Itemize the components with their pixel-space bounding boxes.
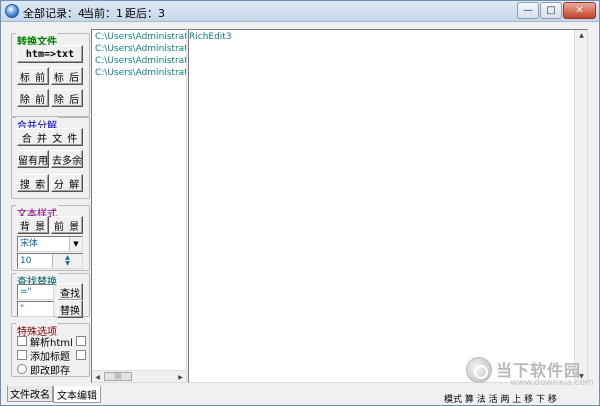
delete-back-button[interactable]: 除 后 [51, 89, 83, 107]
remove-extra-button[interactable]: 去多余 [51, 150, 83, 168]
minimize-button[interactable]: — [517, 2, 539, 19]
delete-front-button[interactable]: 除 前 [17, 89, 49, 107]
list-item[interactable]: C:\Users\Administrator [95, 32, 186, 42]
spinner-arrows-icon[interactable]: ▲ ▼ [52, 254, 82, 268]
scroll-up-icon[interactable]: ▲ [576, 30, 587, 41]
save-on-change-radio[interactable] [17, 364, 27, 374]
list-item[interactable]: C:\Users\Administrator [95, 56, 186, 66]
parse-html-checkbox[interactable] [17, 336, 27, 346]
list-item[interactable]: C:\Users\Administrator [95, 68, 186, 78]
special-options-group: 特殊选项 解析html 添加标题 即改即存 [11, 323, 90, 377]
watermark-url: www.downxia.com [510, 378, 594, 388]
save-on-change-label: 即改即存 [30, 366, 70, 377]
scroll-left-icon[interactable]: ◀ [92, 372, 103, 382]
convert-file-group: 转换文件 htm=>txt 标 前 标 后 除 前 除 后 [11, 33, 90, 117]
option-checkbox-right-1[interactable] [76, 336, 86, 346]
maximize-icon: □ [546, 5, 556, 16]
watermark-logo-icon [466, 357, 492, 383]
file-list[interactable]: C:\Users\Administrator C:\Users\Administ… [91, 29, 187, 383]
mark-back-button[interactable]: 标 后 [51, 67, 83, 85]
total-records-label: 全部记录：4 [23, 7, 85, 20]
maximize-button[interactable]: □ [540, 2, 562, 19]
font-size-spinner[interactable]: 10 ▲ ▼ [17, 253, 83, 269]
main-window: 全部记录：4 当前：1 距后：3 — □ ✕ 转换文件 htm=>txt 标 前… [0, 0, 600, 406]
scroll-right-icon[interactable]: ▶ [175, 372, 186, 382]
scroll-thumb[interactable]: ||| [104, 372, 132, 381]
background-color-button[interactable]: 背 景 [17, 216, 49, 234]
current-record-label: 当前：1 [83, 7, 123, 20]
replace-input[interactable]: " [17, 301, 54, 317]
find-input-value: =" [20, 287, 32, 297]
close-button[interactable]: ✕ [563, 2, 596, 19]
add-title-checkbox[interactable] [17, 350, 27, 360]
text-style-group: 文本样式 背 景 前 景 宋体 ▼ 10 ▲ ▼ [11, 205, 90, 271]
mark-front-button[interactable]: 标 前 [17, 67, 49, 85]
list-item[interactable]: C:\Users\Administrator [95, 44, 186, 54]
chevron-down-icon[interactable]: ▼ [69, 237, 82, 251]
parse-html-label: 解析html [30, 338, 73, 349]
replace-input-value: " [20, 304, 25, 314]
tab-file-rename[interactable]: 文件改名 [7, 386, 53, 402]
merge-files-button[interactable]: 合 并 文 件 [17, 128, 83, 146]
title-bar: 全部记录：4 当前：1 距后：3 — □ ✕ [1, 1, 599, 22]
watermark: 当下软件园 www.downxia.com [466, 355, 594, 395]
merge-split-group: 合并分解 合 并 文 件 留有用 去多余 搜 索 分 解 [11, 117, 90, 199]
close-icon: ✕ [575, 5, 584, 16]
keep-useful-button[interactable]: 留有用 [17, 150, 49, 168]
records-after-label: 距后：3 [125, 7, 165, 20]
split-button[interactable]: 分 解 [51, 174, 83, 192]
option-checkbox-right-2[interactable] [76, 350, 86, 360]
app-globe-icon [5, 4, 19, 18]
foreground-color-button[interactable]: 前 景 [51, 216, 83, 234]
left-control-panel: 转换文件 htm=>txt 标 前 标 后 除 前 除 后 合并分解 合 并 文… [7, 25, 90, 383]
font-select[interactable]: 宋体 ▼ [17, 236, 83, 252]
font-select-value: 宋体 [20, 239, 39, 249]
font-size-value: 10 [20, 256, 32, 266]
find-input[interactable]: =" [17, 284, 54, 300]
rich-edit-area[interactable]: RichEdit3 ▲ ▼ [188, 29, 588, 383]
minimize-icon: — [523, 5, 533, 16]
tab-text-edit[interactable]: 文本编辑 [53, 386, 101, 403]
editor-text: RichEdit3 [189, 32, 232, 42]
list-horizontal-scrollbar[interactable]: ◀ ||| ▶ [92, 370, 186, 382]
editor-vertical-scrollbar[interactable]: ▲ ▼ [574, 30, 587, 382]
search-button[interactable]: 搜 索 [17, 174, 49, 192]
status-bar: 模式 算 法 活 两 上 移 下 移 [444, 395, 557, 404]
find-replace-group: 查找替换 =" 查找 " 替换 [11, 273, 90, 318]
replace-button[interactable]: 替换 [57, 300, 83, 318]
find-button[interactable]: 查找 [57, 283, 83, 301]
htm-to-txt-button[interactable]: htm=>txt [17, 45, 83, 63]
add-title-label: 添加标题 [30, 352, 70, 363]
